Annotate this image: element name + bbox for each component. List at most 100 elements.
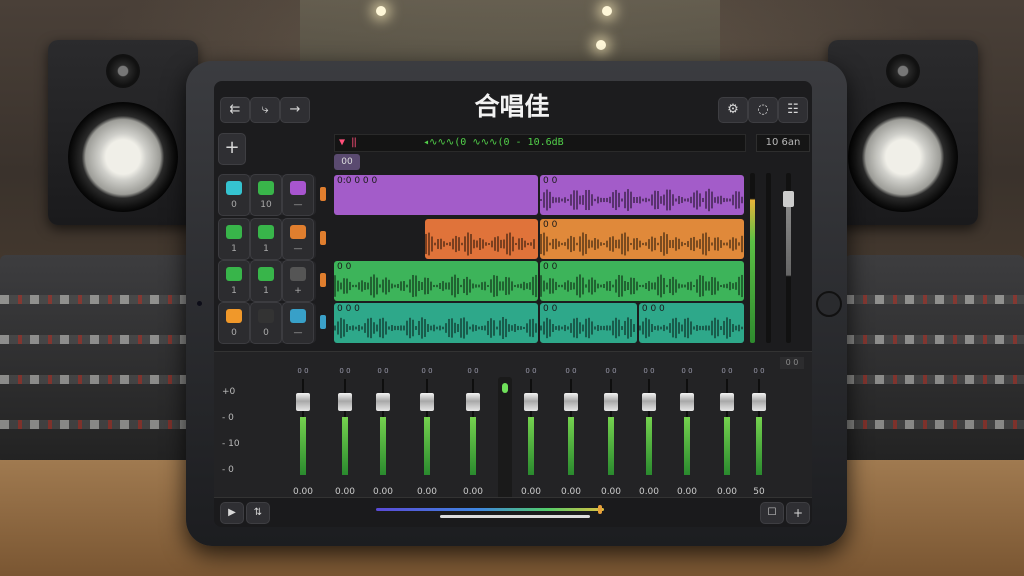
- channel-fader[interactable]: 0 0 0.00: [561, 367, 581, 497]
- track-control[interactable]: 1: [218, 218, 250, 260]
- left-speaker: [48, 40, 198, 225]
- track-control[interactable]: 0: [218, 174, 250, 216]
- channel-fader[interactable]: 0 0 0.00: [463, 367, 483, 497]
- channel-fader[interactable]: 0 0 0.00: [601, 367, 621, 497]
- channel-label: 0 0: [467, 367, 479, 375]
- track-control-label: 1: [263, 244, 269, 254]
- track-control-icon: [290, 267, 306, 281]
- channel-level-meter: [724, 417, 730, 475]
- track-control-icon: [226, 267, 242, 281]
- tool-icon: ⤷: [261, 102, 269, 117]
- home-button[interactable]: [816, 291, 842, 317]
- channel-fader[interactable]: 0 0 0.00: [373, 367, 393, 497]
- tool-button[interactable]: ⤷: [250, 97, 280, 123]
- channel-label: 0 0: [339, 367, 351, 375]
- back-button[interactable]: ⇇: [220, 97, 250, 123]
- audio-region[interactable]: 0 0 0: [638, 303, 744, 343]
- db-scale-label: - 0: [222, 465, 234, 475]
- track-control[interactable]: 1: [218, 260, 250, 302]
- add-button[interactable]: +: [786, 502, 810, 524]
- front-camera: [197, 301, 202, 306]
- timeline-scrubber[interactable]: [376, 508, 604, 511]
- fader-cap[interactable]: [338, 393, 352, 412]
- track-control-icon: [290, 181, 306, 195]
- fader-cap[interactable]: [564, 393, 578, 412]
- mixer-button[interactable]: ☷: [778, 97, 808, 123]
- audio-region[interactable]: 0 0: [540, 261, 744, 301]
- track-control[interactable]: 1: [250, 260, 282, 302]
- track-control[interactable]: —: [282, 218, 314, 260]
- channel-level-meter: [608, 417, 614, 475]
- channel-level-meter: [568, 417, 574, 475]
- audio-region[interactable]: 0 0: [540, 219, 744, 259]
- track-control-label: 0: [231, 200, 237, 210]
- track-control[interactable]: 0: [218, 302, 250, 344]
- add-track-button[interactable]: +: [218, 133, 246, 165]
- track-control[interactable]: —: [282, 174, 314, 216]
- waveform: [424, 232, 535, 256]
- tempo-display[interactable]: 10 6an: [756, 134, 810, 152]
- region-label: 0 0: [543, 176, 558, 186]
- fader-cap[interactable]: [376, 393, 390, 412]
- channel-fader[interactable]: 0 0 50: [752, 367, 766, 497]
- track-control-icon: [258, 267, 274, 281]
- channel-fader[interactable]: 0 0 0.00: [417, 367, 437, 497]
- track-control[interactable]: +: [282, 260, 314, 302]
- mixer-icon: ☷: [787, 102, 799, 117]
- audio-region[interactable]: 0 0: [334, 261, 538, 301]
- track-control-icon: [226, 225, 242, 239]
- track-control[interactable]: —: [282, 302, 314, 344]
- fader-cap[interactable]: [466, 393, 480, 412]
- fader-cap[interactable]: [752, 393, 766, 412]
- fader-cap[interactable]: [604, 393, 618, 412]
- track-control-label: 1: [263, 286, 269, 296]
- gear-button[interactable]: ⚙: [718, 97, 748, 123]
- audio-region[interactable]: 0 0 0: [334, 303, 538, 343]
- db-scale-label: - 10: [222, 439, 240, 449]
- loop-button[interactable]: ◌: [748, 97, 778, 123]
- track-control[interactable]: 1: [250, 218, 282, 260]
- audio-region[interactable]: 0:0 0 0 0: [334, 175, 538, 215]
- home-indicator: [440, 515, 590, 518]
- channel-level-meter: [528, 417, 534, 475]
- fader-cap[interactable]: [296, 393, 310, 412]
- channel-fader[interactable]: 0 0 0.00: [677, 367, 697, 497]
- tablet-device: 合唱佳 + ▼ ‖ ◂∿∿∿(0 ∿∿∿(0 - 10.6dB 10 6an 0…: [186, 61, 847, 546]
- track-color-tab: [320, 231, 326, 245]
- channel-label: 0 0: [421, 367, 433, 375]
- channel-fader[interactable]: 0 0 0.00: [639, 367, 659, 497]
- loop-icon: ◌: [757, 102, 769, 117]
- channel-fader[interactable]: 0 0 0.00: [293, 367, 313, 497]
- marker-label[interactable]: 00: [334, 154, 360, 170]
- channel-fader[interactable]: 0 0 0.00: [521, 367, 541, 497]
- channel-level-meter: [684, 417, 690, 475]
- fader-value: 0.00: [638, 487, 660, 497]
- track-level-meter: [750, 173, 755, 343]
- fader-cap[interactable]: [524, 393, 538, 412]
- fader-cap[interactable]: [680, 393, 694, 412]
- region-label: 0 0: [337, 262, 352, 272]
- view-button[interactable]: ☐: [760, 502, 784, 524]
- channel-level-meter: [300, 417, 306, 475]
- region-label: 0 0: [543, 262, 558, 272]
- fader-cap[interactable]: [720, 393, 734, 412]
- track-control[interactable]: 10: [250, 174, 282, 216]
- loop-button[interactable]: ⇅: [246, 502, 270, 524]
- audio-region[interactable]: [424, 219, 538, 259]
- fader-cap[interactable]: [420, 393, 434, 412]
- fader-cap[interactable]: [642, 393, 656, 412]
- scrubber-thumb[interactable]: [598, 505, 602, 514]
- channel-fader[interactable]: 0 0 0.00: [717, 367, 737, 497]
- track-control[interactable]: 0: [250, 302, 282, 344]
- gear-icon: ⚙: [727, 102, 739, 117]
- audio-region[interactable]: 0 0: [540, 303, 637, 343]
- channel-level-meter: [470, 417, 476, 475]
- forward-button[interactable]: →: [280, 97, 310, 123]
- audio-region[interactable]: 0 0: [540, 175, 744, 215]
- track-control-label: 0: [231, 328, 237, 338]
- track-color-tab: [320, 187, 326, 201]
- channel-fader[interactable]: 0 0 0.00: [335, 367, 355, 497]
- play-button[interactable]: ▶: [220, 502, 244, 524]
- master-fader-cap[interactable]: [783, 191, 794, 207]
- app-title: 合唱佳: [474, 92, 550, 121]
